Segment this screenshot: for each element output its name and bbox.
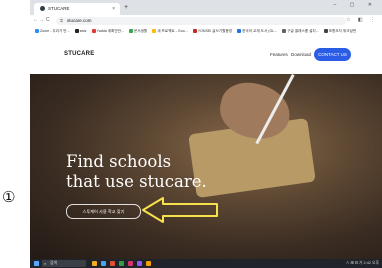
nav-features-link[interactable]: Features: [270, 52, 288, 57]
bookmark-item[interactable]: 구글 클래스룸 설치...: [282, 26, 319, 36]
taskbar-app-icon[interactable]: [146, 261, 151, 266]
annotation-arrow-icon: [142, 197, 218, 223]
bookmark-favicon-icon: [152, 28, 157, 33]
hero-section: Find schools that use stucare. 스투케어 사용 학…: [30, 74, 382, 259]
taskbar-app-icon[interactable]: [119, 261, 124, 266]
bookmark-label: YONSEI 글쓰기활용방: [197, 29, 233, 33]
taskbar-app-icon[interactable]: [101, 261, 106, 266]
bookmark-item[interactable]: YONSEI 글쓰기활용방: [192, 26, 233, 36]
bookmark-label: 한국어 교재 도서 (GL...: [242, 29, 278, 33]
lock-icon: ⚿: [60, 17, 64, 23]
bookmark-item[interactable]: 문서생활: [128, 26, 148, 36]
bookmark-favicon-icon: [282, 28, 287, 33]
hero-title-line-1: Find schools: [66, 152, 172, 171]
bookmark-label: Yadda 계획안만...: [96, 29, 124, 33]
find-schools-button[interactable]: 스투케어 사용 학교 찾기: [66, 204, 141, 219]
hero-title: Find schools that use stucare.: [66, 152, 207, 192]
bookmark-label: 문서생활: [133, 29, 148, 33]
site-favicon-icon: [40, 6, 45, 11]
taskbar-search[interactable]: ⌕ 검색: [42, 260, 86, 267]
browser-tab[interactable]: STUCARE ×: [34, 3, 120, 15]
nav-download-link[interactable]: Download: [291, 52, 311, 57]
bookmark-label: 구글 클래스룸 설치...: [287, 29, 319, 33]
windows-start-icon[interactable]: [34, 261, 39, 266]
bookmark-item[interactable]: 새 프로젝트 - Goo...: [152, 26, 188, 36]
bookmark-item[interactable]: Zoom - 우리가 만...: [35, 26, 70, 36]
address-bar[interactable]: ⚿ stucare.com: [56, 16, 346, 25]
forward-button[interactable]: →: [39, 16, 44, 25]
bookmark-favicon-icon: [128, 28, 133, 33]
bookmark-label: Zoom - 우리가 만...: [40, 29, 70, 33]
search-placeholder: 검색: [50, 261, 57, 265]
system-tray[interactable]: ∧ ⊞ ⊟ 가 2:42 오후: [346, 259, 379, 268]
toolbar-icons[interactable]: ☆ ◧ ⋮: [346, 16, 378, 25]
taskbar: ⌕ 검색 ∧ ⊞ ⊟ 가 2:42 오후: [30, 259, 382, 268]
site-logo[interactable]: STUCARE: [64, 51, 94, 57]
reload-button[interactable]: C: [46, 16, 50, 25]
browser-toolbar: ← → C ⚿ stucare.com ☆ ◧ ⋮: [30, 15, 382, 26]
bookmark-favicon-icon: [323, 28, 328, 33]
arrow-outline: [142, 197, 218, 223]
taskbar-app-icon[interactable]: [110, 261, 115, 266]
bookmark-favicon-icon: [237, 28, 242, 33]
bookmark-favicon-icon: [35, 28, 39, 33]
new-tab-button[interactable]: +: [124, 3, 128, 13]
hero-title-line-2: that use stucare.: [66, 172, 207, 191]
browser-tabstrip: STUCARE × + – ▢ ✕: [30, 0, 382, 15]
bookmark-favicon-icon: [192, 28, 197, 33]
taskbar-app-icon[interactable]: [128, 261, 133, 266]
screen: STUCARE × + – ▢ ✕ ← → C ⚿ stucare.com ☆ …: [30, 0, 382, 268]
bookmark-label: 새 프로젝트 - Goo...: [157, 29, 188, 33]
window-controls[interactable]: – ▢ ✕: [334, 2, 378, 8]
site-header: STUCARE Features Download CONTACT US: [30, 36, 382, 74]
tab-close-icon[interactable]: ×: [112, 3, 115, 15]
bookmark-item[interactable]: Yadda 계획안만...: [91, 26, 124, 36]
bookmark-label: 포항초지 워크샵판: [328, 29, 357, 33]
web-page: STUCARE Features Download CONTACT US Fin…: [30, 36, 382, 259]
taskbar-app-icon[interactable]: [137, 261, 142, 266]
bookmark-item[interactable]: 포항초지 워크샵판: [323, 26, 357, 36]
address-url: stucare.com: [67, 17, 92, 23]
taskbar-app-icon[interactable]: [92, 261, 97, 266]
bookmark-favicon-icon: [91, 28, 96, 33]
bookmark-item[interactable]: 한국어 교재 도서 (GL...: [237, 26, 277, 36]
back-button[interactable]: ←: [33, 16, 38, 25]
bookmark-favicon-icon: [74, 28, 79, 33]
contact-us-button[interactable]: CONTACT US: [314, 48, 351, 61]
bookmark-label: swiz: [79, 29, 87, 33]
tab-title: STUCARE: [48, 6, 70, 11]
step-number-marker: ①: [2, 188, 16, 206]
bookmark-item[interactable]: swiz: [74, 26, 87, 36]
search-icon: ⌕: [44, 261, 47, 266]
